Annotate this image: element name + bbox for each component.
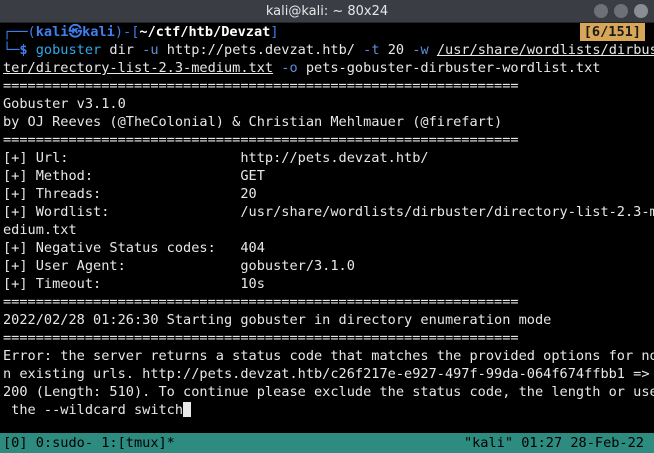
command-line-wrap: ter/directory-list-2.3-medium.txt -o pet…	[3, 59, 600, 77]
config-line: [+] Threads: 20	[3, 186, 257, 202]
prompt-line: ┌──(kali㉿kali)-[~/ctf/htb/Devzat]	[3, 23, 279, 41]
command-url: http://pets.devzat.htb/	[158, 42, 364, 58]
command-line: └─$ gobuster dir -u http://pets.devzat.h…	[3, 41, 654, 59]
separator: ========================================…	[3, 294, 519, 310]
config-line: [+] Wordlist: /usr/share/wordlists/dirbu…	[3, 204, 654, 220]
config-line: [+] User Agent: gobuster/3.1.0	[3, 258, 355, 274]
minimize-button[interactable]	[594, 4, 608, 18]
version-text: Gobuster v3.1.0	[3, 96, 126, 112]
command-arg: dir	[101, 42, 143, 58]
prompt-user: kali㉿kali	[35, 24, 115, 40]
error-line: Error: the server returns a status code …	[3, 348, 654, 364]
flag-w: -w	[412, 42, 429, 58]
error-line: the --wildcard switch	[3, 402, 184, 418]
error-line: n existing urls. http://pets.devzat.htb/…	[3, 366, 650, 382]
config-line: [+] Timeout: 10s	[3, 276, 265, 292]
terminal-cursor	[183, 402, 192, 417]
window-titlebar: kali@kali: ~ 80x24	[0, 0, 654, 23]
command-threads: 20	[379, 42, 413, 58]
flag-t: -t	[363, 42, 380, 58]
error-line: 200 (Length: 510). To continue please ex…	[3, 384, 654, 400]
flag-o: -o	[281, 60, 298, 76]
tmux-host-clock: "kali" 01:27 28-Feb-22	[463, 435, 644, 451]
config-line: [+] Url: http://pets.devzat.htb/	[3, 150, 429, 166]
tmux-status-bar: [0] 0:sudo- 1:[tmux]* "kali" 01:27 28-Fe…	[0, 433, 654, 453]
start-message: 2022/02/28 01:26:30 Starting gobuster in…	[3, 312, 552, 328]
authors-text: by OJ Reeves (@TheColonial) & Christian …	[3, 114, 503, 130]
command-wordlist-part1: /usr/share/wordlists/dirbus	[436, 42, 654, 58]
separator: ========================================…	[3, 330, 519, 346]
tmux-window-list[interactable]: [0] 0:sudo- 1:[tmux]*	[3, 433, 175, 453]
prompt-open: ┌──(	[3, 24, 36, 40]
error-line-last: the --wildcard switch	[3, 401, 192, 419]
prompt-cwd: ~/ctf/htb/Devzat	[139, 24, 271, 40]
command-outfile: pets-gobuster-dirbuster-wordlist.txt	[297, 60, 601, 76]
prompt-dollar: $	[19, 42, 36, 58]
flag-u: -u	[142, 42, 159, 58]
config-line: [+] Method: GET	[3, 168, 265, 184]
command-name: gobuster	[35, 42, 102, 58]
prompt-corner: └─	[3, 42, 20, 58]
command-wordlist-part2: ter/directory-list-2.3-medium.txt	[3, 60, 274, 76]
separator: ========================================…	[3, 132, 519, 148]
prompt-end: ]	[270, 24, 279, 40]
config-line: edium.txt	[3, 222, 77, 238]
config-line: [+] Negative Status codes: 404	[3, 240, 265, 256]
terminal-output[interactable]: ┌──(kali㉿kali)-[~/ctf/htb/Devzat] [6/151…	[0, 23, 654, 433]
window-title: kali@kali: ~ 80x24	[265, 3, 389, 19]
prompt-close: )-[	[114, 24, 140, 40]
close-button[interactable]	[634, 4, 648, 18]
scroll-counter-badge: [6/151]	[579, 23, 645, 41]
separator: ========================================…	[3, 78, 519, 94]
maximize-button[interactable]	[614, 4, 628, 18]
